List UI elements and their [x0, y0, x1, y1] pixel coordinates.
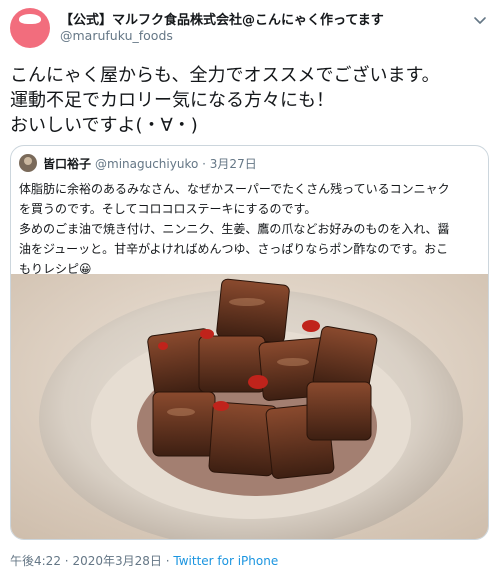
quoted-text-line: 体脂肪に余裕のあるみなさん、なぜかスーパーでたくさん残っているコンニャク: [19, 182, 450, 196]
tweet-text: こんにゃく屋からも、全力でオススメでございます。 運動不足でカロリー気になる方々…: [10, 63, 490, 138]
konjac-steak-photo-icon: [11, 274, 488, 539]
logo-mark-icon: [19, 14, 41, 24]
quoted-user-handle-date: @minaguchiyuko · 3月27日: [95, 155, 257, 172]
quoted-text-line: 多めのごま油で焼き付け、ニンニク、生姜、鷹の爪などお好みのものを入れ、醤: [19, 222, 450, 236]
dot-separator: ·: [64, 554, 69, 568]
tweet-date[interactable]: 2020年3月28日: [72, 554, 161, 568]
tweet-header: 【公式】マルフク食品株式会社@こんにゃく作ってます @marufuku_food…: [10, 6, 490, 48]
tweet-source-link[interactable]: Twitter for iPhone: [173, 554, 278, 568]
dot-separator: ·: [202, 157, 206, 171]
tweet-text-line: 運動不足でカロリー気になる方々にも！: [10, 90, 334, 111]
tweet-time[interactable]: 午後4:22: [10, 554, 61, 568]
quoted-user-handle: @minaguchiyuko: [95, 157, 199, 171]
account-display-name[interactable]: 【公式】マルフク食品株式会社@こんにゃく作ってます: [60, 9, 384, 28]
tweet-text-line: こんにゃく屋からも、全力でオススメでございます。: [10, 65, 440, 86]
quoted-text-line: 油をジューッと。甘辛がよければめんつゆ、さっぱりならポン酢なのです。おこ: [19, 242, 449, 256]
account-avatar[interactable]: [10, 8, 50, 48]
quoted-tweet-date: 3月27日: [209, 157, 257, 171]
quoted-tweet-text: 体脂肪に余裕のあるみなさん、なぜかスーパーでたくさん残っているコンニャク を買う…: [19, 179, 481, 279]
quoted-user-avatar: [19, 154, 37, 172]
chevron-down-icon[interactable]: [472, 12, 488, 28]
quoted-text-line: を買うのです。そしてコロコロステーキにするのです。: [19, 202, 317, 216]
tweet-footer: 午後4:22 · 2020年3月28日 · Twitter for iPhone: [10, 552, 278, 569]
quoted-tweet-photo[interactable]: [11, 274, 488, 539]
tweet-text-line: おいしいですよ(・∀・): [10, 115, 198, 136]
quoted-user-name: 皆口裕子: [43, 157, 92, 171]
quoted-tweet-card[interactable]: 皆口裕子 @minaguchiyuko · 3月27日 体脂肪に余裕のあるみなさ…: [10, 145, 489, 540]
account-handle[interactable]: @marufuku_foods: [60, 28, 173, 43]
dot-separator: ·: [165, 554, 170, 568]
